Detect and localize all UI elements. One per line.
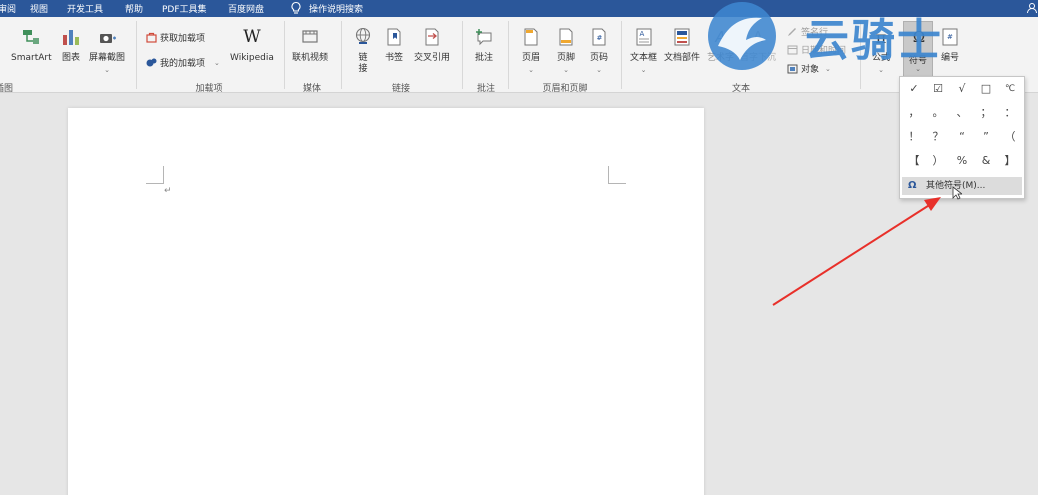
symbol-exclamation[interactable]: ！ [902, 127, 926, 147]
svg-text:#: # [597, 34, 603, 42]
group-label-header-footer: 页眉和页脚 [542, 84, 588, 94]
group-label-illustrations: 插图 [0, 84, 14, 94]
comment-plus-icon [474, 26, 494, 48]
omega-icon: Ω [908, 180, 917, 191]
link-button[interactable]: 链接 [353, 26, 373, 75]
my-addins-button[interactable]: 我的加载项 ⌄ [145, 56, 220, 69]
menu-review[interactable]: 审阅 [0, 2, 16, 15]
group-label-links: 链接 [391, 84, 411, 94]
quick-parts-button[interactable]: 文档部件 [664, 26, 700, 64]
camera-icon [97, 26, 117, 48]
symbol-right-bracket[interactable]: 】 [998, 151, 1022, 171]
footer-button[interactable]: 页脚 ⌄ [556, 26, 576, 74]
text-box-button[interactable]: A 文本框 ⌄ [630, 26, 657, 74]
online-video-button[interactable]: 联机视频 [292, 26, 328, 64]
more-symbols-menu-item[interactable]: Ω 其他符号(M)... [902, 177, 1022, 195]
video-icon [300, 26, 320, 48]
globe-link-icon [353, 26, 373, 48]
group-divider [136, 21, 137, 89]
symbol-question[interactable]: ？ [926, 127, 950, 147]
wikipedia-icon: W [243, 27, 261, 47]
symbol-empty-box[interactable]: □ [974, 79, 998, 99]
symbol-dropdown: ✓ ☑ √ □ ℃ ， 。 、 ； ： ！ ？ “ ” （ 【 ） % & 】 … [899, 76, 1025, 199]
group-divider [341, 21, 342, 89]
chevron-down-icon: ⌄ [563, 66, 569, 74]
chart-button[interactable]: 图表 [61, 26, 81, 64]
margin-corner-top-right [608, 166, 626, 184]
menu-developer[interactable]: 开发工具 [67, 2, 103, 15]
symbol-check[interactable]: ✓ [902, 79, 926, 99]
wikipedia-button[interactable]: W Wikipedia [230, 26, 274, 64]
new-comment-button[interactable]: 批注 [474, 26, 494, 64]
addins-icon [145, 57, 157, 69]
symbol-checkbox-checked[interactable]: ☑ [926, 79, 950, 99]
menu-baidu-netdisk[interactable]: 百度网盘 [228, 2, 264, 15]
header-icon [521, 26, 541, 48]
quick-parts-icon [672, 26, 692, 48]
symbol-sqrt[interactable]: √ [950, 79, 974, 99]
margin-corner-top-left [146, 166, 164, 184]
lightbulb-icon [291, 1, 301, 14]
bar-chart-icon [61, 26, 81, 48]
symbol-percent[interactable]: % [950, 151, 974, 171]
symbol-right-quote[interactable]: ” [974, 127, 998, 147]
bookmark-button[interactable]: 书签 [384, 26, 404, 64]
chevron-down-icon: ⌄ [104, 66, 110, 74]
smartart-button[interactable]: SmartArt [11, 26, 52, 64]
person-icon[interactable] [1026, 2, 1038, 14]
page-number-icon: # [589, 26, 609, 48]
store-icon [145, 32, 157, 44]
symbol-right-paren[interactable]: ） [926, 151, 950, 171]
screenshot-button[interactable]: 屏幕截图 ⌄ [89, 26, 125, 74]
group-label-addins: 加载项 [195, 84, 223, 94]
chevron-down-icon: ⌄ [596, 66, 602, 74]
chevron-down-icon: ⌄ [214, 58, 220, 67]
group-label-media: 媒体 [302, 84, 322, 94]
group-label-text: 文本 [731, 84, 751, 94]
chevron-down-icon: ⌄ [640, 66, 647, 74]
svg-text:A: A [639, 30, 644, 38]
text-box-icon: A [634, 26, 654, 48]
page-number-button[interactable]: # 页码 ⌄ [589, 26, 609, 74]
document-page[interactable]: ↵ [68, 108, 704, 495]
symbol-semicolon[interactable]: ； [974, 103, 998, 123]
symbol-ampersand[interactable]: & [974, 151, 998, 171]
symbol-celsius[interactable]: ℃ [998, 79, 1022, 99]
menu-pdf-tools[interactable]: PDF工具集 [162, 2, 207, 15]
group-divider [462, 21, 463, 89]
symbol-left-bracket[interactable]: 【 [902, 151, 926, 171]
chevron-down-icon: ⌄ [528, 66, 534, 74]
paragraph-mark: ↵ [164, 186, 172, 196]
watermark-text: 云骑士 [805, 15, 943, 66]
symbol-enum-comma[interactable]: 、 [950, 103, 974, 123]
symbol-left-quote[interactable]: “ [950, 127, 974, 147]
menu-view[interactable]: 视图 [30, 2, 48, 15]
group-label-comments: 批注 [476, 84, 496, 94]
header-button[interactable]: 页眉 ⌄ [521, 26, 541, 74]
symbol-comma[interactable]: ， [902, 103, 926, 123]
menu-help[interactable]: 帮助 [125, 2, 143, 15]
symbol-colon[interactable]: ： [998, 103, 1022, 123]
cross-reference-icon [422, 26, 442, 48]
get-addins-button[interactable]: 获取加载项 [145, 31, 205, 44]
mouse-cursor-icon [952, 186, 962, 200]
bookmark-icon [384, 26, 404, 48]
symbol-period[interactable]: 。 [926, 103, 950, 123]
symbol-left-paren[interactable]: （ [998, 127, 1022, 147]
footer-icon [556, 26, 576, 48]
cross-reference-button[interactable]: 交叉引用 [414, 26, 450, 64]
search-tell-me[interactable]: 操作说明搜索 [309, 2, 363, 15]
group-divider [284, 21, 285, 89]
smartart-icon [21, 26, 41, 48]
group-divider [508, 21, 509, 89]
group-divider [621, 21, 622, 89]
